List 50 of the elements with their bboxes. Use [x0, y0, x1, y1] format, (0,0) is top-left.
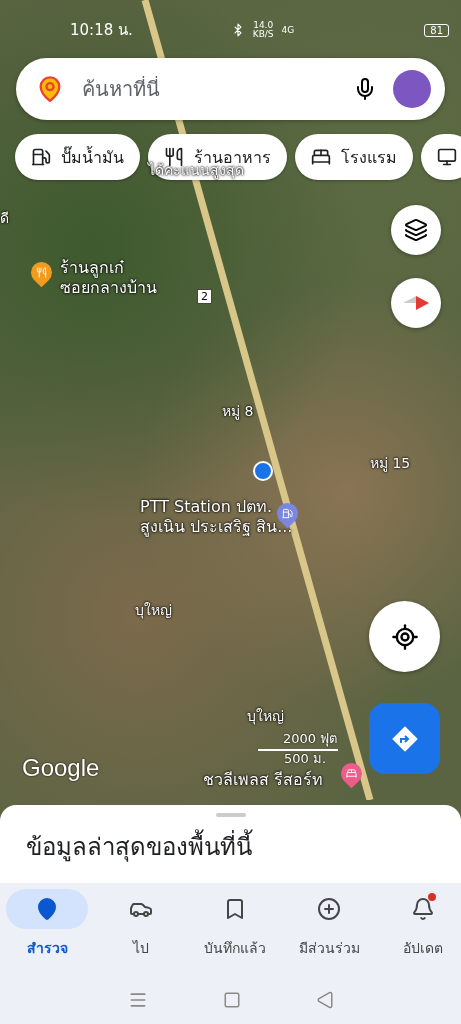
nav-tab[interactable]: อัปเดต: [376, 883, 461, 975]
directions-button[interactable]: [369, 703, 440, 774]
scale-imperial: 2000 ฟุต: [283, 731, 338, 746]
sheet-title: ข้อมูลล่าสุดของพื้นที่นี้: [26, 827, 435, 866]
status-time: 10:18 น.: [70, 20, 133, 41]
network-type: 4G: [281, 25, 295, 35]
layers-button[interactable]: [391, 205, 441, 255]
map-logo: Google: [22, 754, 100, 782]
pin-icon: [35, 897, 59, 921]
area-label: ดี: [0, 210, 9, 227]
my-location-button[interactable]: [369, 601, 440, 672]
search-bar[interactable]: ค้นหาที่นี่: [16, 58, 445, 120]
speed-unit: KB/S: [252, 30, 274, 39]
nav-tab[interactable]: บันทึกแล้ว: [188, 883, 282, 975]
category-chip[interactable]: โรงแรม: [295, 134, 413, 180]
area-label: หมู่ 8: [222, 403, 254, 420]
network-speed: 14.0: [253, 21, 274, 30]
bottom-sheet[interactable]: ข้อมูลล่าสุดของพื้นที่นี้: [0, 805, 461, 883]
scale-metric: 500 ม.: [284, 751, 327, 766]
area-label: บุใหญ่: [135, 602, 172, 619]
road-number: 2: [197, 289, 212, 304]
search-input[interactable]: ค้นหาที่นี่: [80, 76, 337, 102]
category-chip[interactable]: [421, 134, 461, 180]
home-icon[interactable]: [222, 990, 241, 1009]
bell-icon: [411, 897, 435, 921]
fork-knife-icon: [36, 267, 47, 278]
area-label: หมู่ 15: [370, 455, 411, 472]
compass-icon: [403, 296, 429, 310]
nav-tab[interactable]: ไป: [94, 883, 188, 975]
back-icon[interactable]: [315, 990, 334, 1009]
nav-tab[interactable]: สำรวจ: [0, 883, 94, 975]
battery-level: 81: [424, 23, 449, 37]
place-label[interactable]: ร้านลูกเก๋ ซอยกลางบ้าน: [60, 258, 157, 298]
compass-button[interactable]: [391, 278, 441, 328]
plus-circle-icon: [317, 897, 341, 921]
category-chip[interactable]: ปั๊มน้ำมัน: [15, 134, 140, 180]
avatar[interactable]: [393, 70, 431, 108]
place-label[interactable]: ชวลีเพลส รีสอร์ท: [203, 770, 324, 790]
fuel-icon: [282, 508, 293, 519]
bed-icon: [311, 147, 331, 167]
layers-icon: [404, 218, 428, 242]
area-label: บุใหญ่: [247, 708, 284, 725]
drag-handle[interactable]: [215, 813, 246, 817]
current-location-dot: [253, 461, 273, 481]
nav-tab[interactable]: มีส่วนร่วม: [282, 883, 376, 975]
screen-icon: [437, 147, 457, 167]
bed-icon: [346, 768, 357, 779]
my-location-icon: [390, 622, 419, 651]
fuel-icon: [31, 147, 51, 167]
place-label[interactable]: PTT Station ปตท. สูงเนิน ประเสริฐ สิน...: [140, 497, 293, 537]
